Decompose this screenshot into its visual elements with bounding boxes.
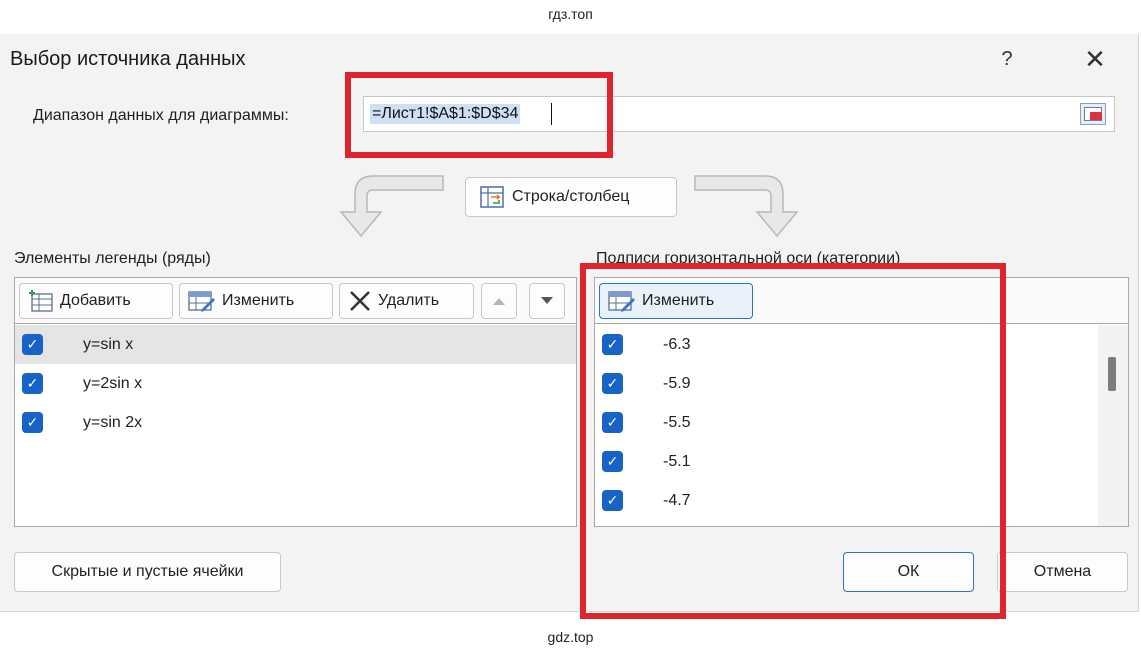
- edit-series-button[interactable]: Изменить: [179, 283, 333, 319]
- cancel-button[interactable]: Отмена: [997, 552, 1128, 592]
- scrollbar-thumb[interactable]: [1108, 357, 1116, 391]
- red-highlight-axis: [580, 263, 1006, 619]
- axis-list-scrollbar[interactable]: [1098, 325, 1128, 526]
- range-label: Диапазон данных для диаграммы:: [33, 107, 289, 124]
- red-highlight-range: [345, 72, 613, 158]
- series-item[interactable]: ✓ y=2sin x: [15, 364, 576, 403]
- watermark-top: гдз.топ: [548, 6, 593, 22]
- collapse-dialog-icon[interactable]: [1080, 103, 1106, 125]
- delete-series-button[interactable]: Удалить: [339, 283, 474, 319]
- arrow-up-icon: [493, 298, 505, 305]
- add-series-button[interactable]: Добавить: [19, 283, 173, 319]
- delete-x-icon: [350, 291, 370, 311]
- checkbox-checked-icon[interactable]: ✓: [22, 412, 43, 433]
- help-button[interactable]: ?: [992, 44, 1022, 74]
- series-item[interactable]: ✓ y=sin 2x: [15, 403, 576, 442]
- arrow-down-left-icon: [339, 175, 444, 238]
- switch-row-column-icon: [480, 186, 504, 208]
- move-down-button[interactable]: [529, 283, 565, 319]
- move-up-button[interactable]: [481, 283, 517, 319]
- dialog-title: Выбор источника данных: [10, 48, 246, 70]
- add-series-label: Добавить: [60, 292, 131, 309]
- edit-series-label: Изменить: [222, 292, 295, 309]
- legend-series-list: ✓ y=sin x ✓ y=2sin x ✓ y=sin 2x: [15, 325, 576, 526]
- watermark-bottom: gdz.top: [547, 629, 594, 645]
- switch-row-column-button[interactable]: Строка/столбец: [465, 177, 677, 217]
- arrow-down-right-icon: [694, 175, 799, 238]
- legend-series-heading: Элементы легенды (ряды): [14, 250, 211, 267]
- checkbox-checked-icon[interactable]: ✓: [22, 373, 43, 394]
- series-label: y=sin x: [83, 335, 134, 353]
- arrow-down-icon: [541, 297, 553, 304]
- close-button[interactable]: ✕: [1078, 42, 1112, 76]
- add-table-icon: [29, 290, 53, 312]
- legend-series-panel: Добавить Изменить Удалить ✓ y=sin x ✓ y=…: [14, 277, 577, 527]
- delete-series-label: Удалить: [378, 292, 440, 309]
- series-label: y=sin 2x: [83, 413, 143, 431]
- series-item[interactable]: ✓ y=sin x: [15, 325, 576, 364]
- hidden-empty-cells-button[interactable]: Скрытые и пустые ячейки: [14, 552, 281, 592]
- switch-row-column-label: Строка/столбец: [512, 188, 630, 205]
- legend-toolbar: Добавить Изменить Удалить: [15, 278, 576, 324]
- series-label: y=2sin x: [83, 374, 143, 392]
- edit-table-icon: [188, 291, 215, 312]
- checkbox-checked-icon[interactable]: ✓: [22, 334, 43, 355]
